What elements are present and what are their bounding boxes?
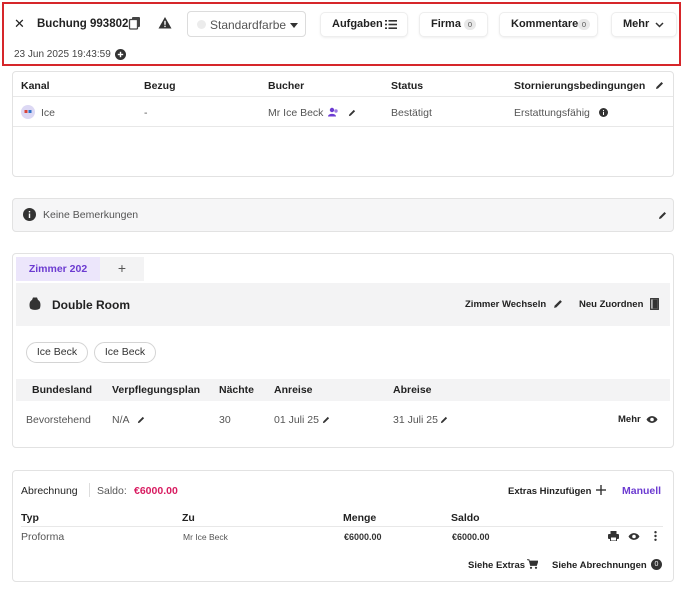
users-icon[interactable]	[328, 107, 339, 117]
color-select-label: Standardfarbe	[210, 18, 287, 32]
reference-value: -	[144, 107, 148, 119]
copy-icon[interactable]	[128, 16, 142, 30]
add-room-tab[interactable]: +	[100, 257, 144, 281]
see-extras-button[interactable]: Siehe Extras	[468, 560, 525, 571]
cart-icon[interactable]	[527, 559, 538, 569]
status-value: Bestätigt	[391, 107, 432, 119]
notes-bar: Keine Bemerkungen	[12, 198, 674, 232]
edit-pencil-icon[interactable]	[440, 416, 448, 424]
col-header-nights: Nächte	[219, 384, 255, 396]
room-type-icon	[29, 297, 41, 311]
color-select[interactable]: Standardfarbe	[187, 11, 306, 37]
chevron-down-icon	[655, 22, 664, 28]
tab-room-202[interactable]: Zimmer 202	[16, 257, 100, 281]
col-header-meal-plan: Verpflegungsplan	[112, 384, 201, 396]
col-header-state: Bundesland	[32, 384, 93, 396]
col-header-bucher: Bucher	[268, 80, 305, 92]
col-header-amount: Menge	[343, 512, 377, 524]
col-header-kanal: Kanal	[21, 80, 50, 92]
comments-count-badge: 0	[578, 19, 590, 30]
invoice-to-value: Mr Ice Beck	[183, 532, 228, 542]
tasks-button[interactable]: Aufgaben	[321, 13, 407, 36]
info-icon[interactable]	[599, 108, 608, 117]
meal-plan-value: N/A	[112, 414, 130, 426]
print-icon[interactable]	[608, 531, 619, 541]
notes-text: Keine Bemerkungen	[43, 209, 139, 221]
booker-value: Mr Ice Beck	[268, 107, 324, 119]
balance-value: €6000.00	[134, 485, 178, 497]
divider	[13, 96, 673, 97]
close-icon[interactable]: ✕	[14, 17, 25, 30]
edit-pencil-icon[interactable]	[658, 211, 667, 220]
list-icon	[385, 19, 397, 30]
col-header-departure: Abreise	[393, 384, 432, 396]
invoice-saldo-value: €6000.00	[452, 532, 490, 542]
booking-title: Buchung 993802	[37, 18, 129, 30]
caret-down-icon	[290, 23, 298, 28]
channel-avatar	[21, 105, 35, 119]
see-invoices-button[interactable]: Siehe Abrechnungen	[552, 560, 647, 571]
col-header-arrival: Anreise	[274, 384, 313, 396]
col-header-status: Status	[391, 80, 424, 92]
edit-pencil-icon[interactable]	[553, 299, 563, 309]
arrival-value: 01 Juli 25	[274, 414, 319, 426]
col-header-to: Zu	[182, 512, 195, 524]
warning-icon[interactable]	[158, 16, 172, 30]
add-circle-icon[interactable]	[115, 49, 126, 60]
invoice-count-badge: 0	[651, 559, 662, 570]
col-header-storno: Stornierungsbedingungen	[514, 80, 646, 92]
company-count-badge: 0	[464, 19, 476, 30]
cancellation-value: Erstattungsfähig	[514, 107, 590, 119]
comments-button-label: Kommentare	[511, 18, 579, 30]
state-value: Bevorstehend	[26, 414, 91, 426]
eye-icon[interactable]	[628, 532, 640, 541]
room-name: Double Room	[52, 298, 130, 312]
booking-header: ✕ Buchung 993802 Standardfarbe Aufgaben …	[2, 2, 681, 66]
divider	[13, 126, 673, 127]
company-button-label: Firma	[431, 18, 461, 30]
channel-value: Ice	[41, 107, 56, 119]
room-more-button[interactable]: Mehr	[618, 414, 641, 425]
plus-icon[interactable]	[596, 485, 606, 495]
more-button[interactable]: Mehr	[612, 13, 676, 36]
guest-chip[interactable]: Ice Beck	[26, 342, 88, 363]
edit-pencil-icon[interactable]	[322, 416, 330, 424]
more-button-label: Mehr	[623, 18, 650, 30]
invoice-type-value: Proforma	[21, 531, 65, 543]
edit-pencil-icon[interactable]	[137, 416, 145, 424]
divider	[21, 526, 663, 527]
eye-icon[interactable]	[646, 415, 658, 424]
balance-label: Saldo:	[97, 485, 127, 497]
divider	[89, 483, 90, 497]
booking-date: 23 Jun 2025 19:43:59	[14, 49, 111, 60]
col-header-type: Typ	[21, 512, 39, 524]
color-swatch	[197, 20, 206, 29]
col-header-bezug: Bezug	[144, 80, 176, 92]
tasks-button-label: Aufgaben	[332, 18, 383, 30]
kebab-menu-icon[interactable]	[654, 531, 657, 541]
manual-button[interactable]: Manuell	[622, 485, 661, 497]
info-icon	[23, 208, 36, 221]
billing-title: Abrechnung	[21, 485, 78, 497]
change-room-button[interactable]: Zimmer Wechseln	[465, 299, 546, 310]
nights-value: 30	[219, 414, 231, 426]
col-header-saldo: Saldo	[451, 512, 480, 524]
comments-button[interactable]: Kommentare 0	[500, 13, 597, 36]
departure-value: 31 Juli 25	[393, 414, 438, 426]
add-extras-button[interactable]: Extras Hinzufügen	[508, 486, 591, 497]
door-icon[interactable]	[650, 298, 659, 310]
edit-pencil-icon[interactable]	[348, 109, 356, 117]
guest-chip[interactable]: Ice Beck	[94, 342, 156, 363]
invoice-amount-value: €6000.00	[344, 532, 382, 542]
edit-pencil-icon[interactable]	[655, 81, 664, 90]
company-button[interactable]: Firma 0	[420, 13, 487, 36]
reassign-button[interactable]: Neu Zuordnen	[579, 299, 643, 310]
